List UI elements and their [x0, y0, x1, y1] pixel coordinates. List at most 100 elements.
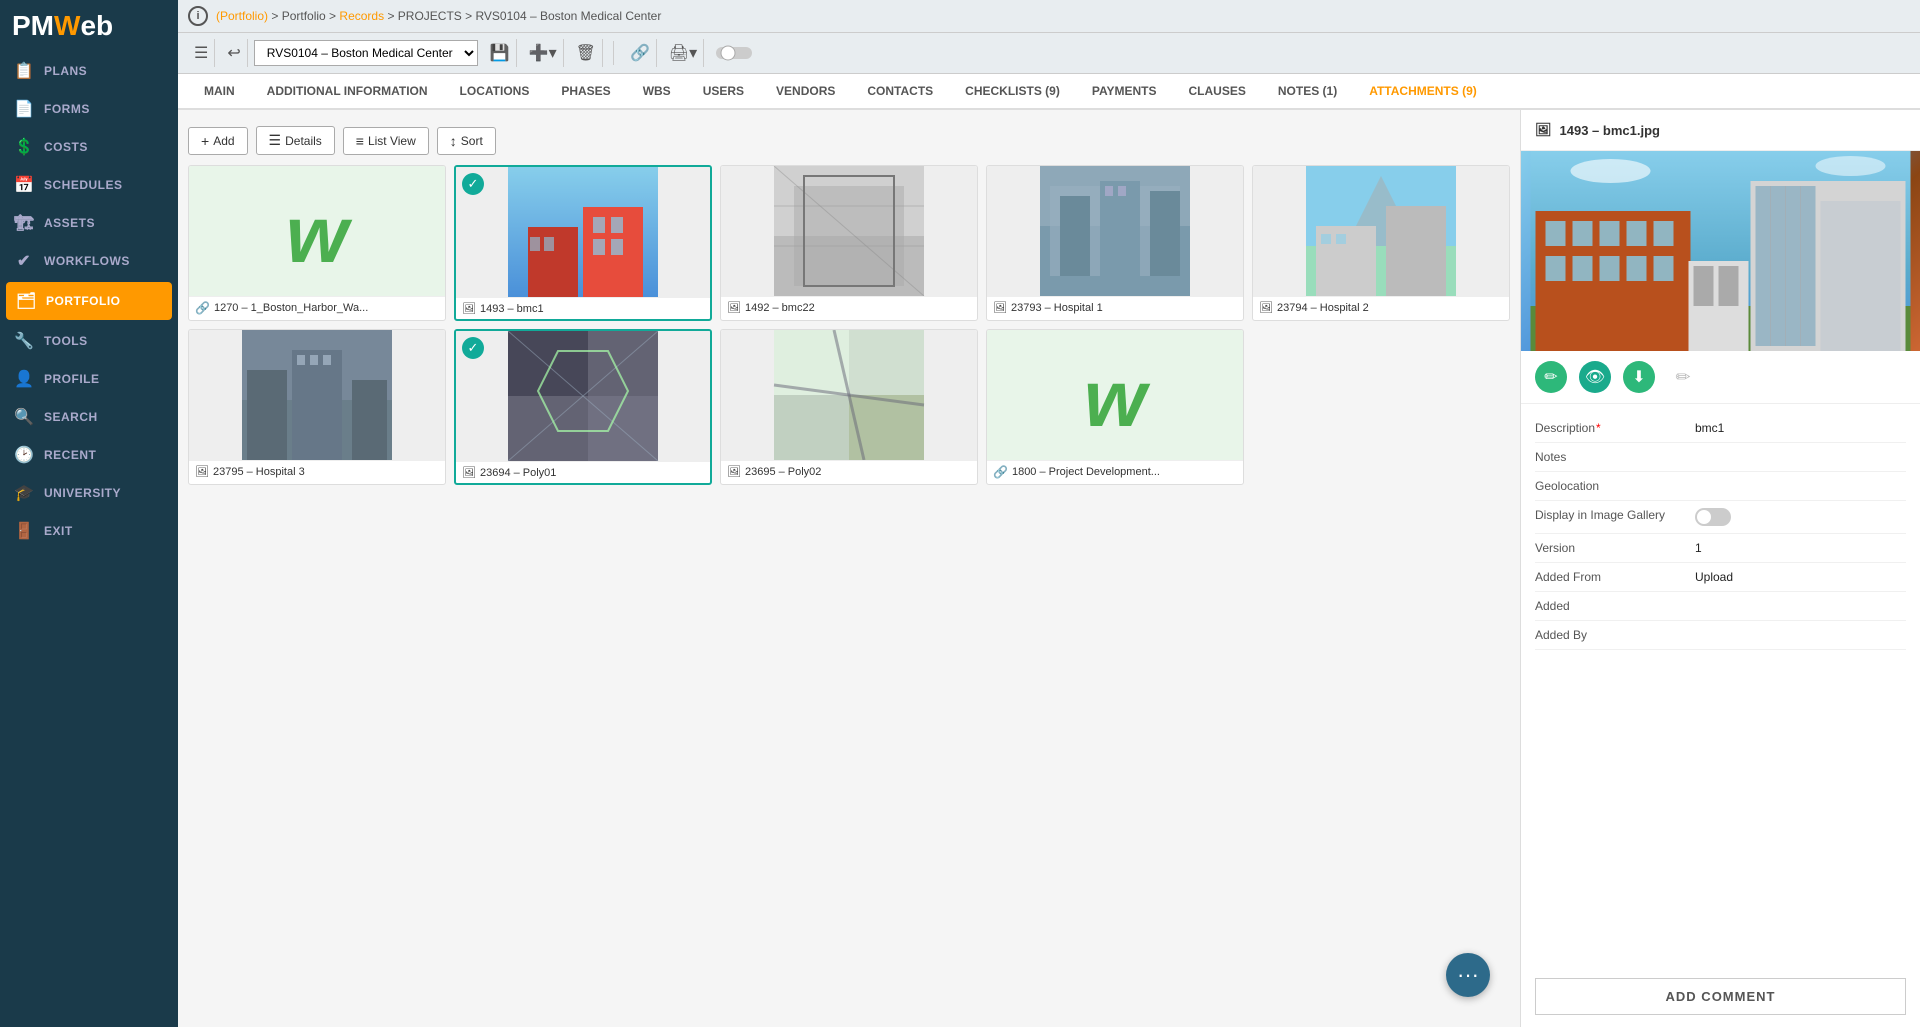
view-button[interactable]: 👁 [1579, 361, 1611, 393]
undo-button[interactable]: ↩ [221, 39, 247, 67]
tab-clauses[interactable]: CLAUSES [1173, 74, 1262, 110]
tab-main[interactable]: MAIN [188, 74, 251, 110]
thumbnail-item-1492[interactable]: 🖼 1492 – bmc22 [720, 165, 978, 321]
sidebar-item-label: PORTFOLIO [46, 294, 121, 308]
sidebar-item-label: SCHEDULES [44, 178, 123, 192]
tab-notes[interactable]: NOTES (1) [1262, 74, 1353, 110]
info-icon[interactable]: i [188, 6, 208, 26]
sidebar-item-profile[interactable]: 👤 PROFILE [0, 360, 178, 398]
thumbnail-item-1270[interactable]: w 🔗 1270 – 1_Boston_Harbor_Wa... [188, 165, 446, 321]
sidebar-item-forms[interactable]: 📄 FORMS [0, 90, 178, 128]
menu-button[interactable]: ☰ [188, 39, 215, 67]
added-from-label: Added From [1535, 570, 1695, 584]
thumb-label-1270: 🔗 1270 – 1_Boston_Harbor_Wa... [189, 296, 445, 319]
toolbar-separator1 [613, 41, 614, 65]
gallery-panel: + Add ☰ Details ≡ List View ↕ Sort [178, 110, 1520, 1027]
delete-button[interactable]: 🗑 [570, 39, 603, 67]
top-bar: i (Portfolio) > Portfolio > Records > PR… [178, 0, 1920, 33]
field-added-from: Added From Upload [1535, 563, 1906, 592]
tab-checklists[interactable]: CHECKLISTS (9) [949, 74, 1076, 110]
logo: PM W eb [0, 0, 178, 52]
tab-payments[interactable]: PAYMENTS [1076, 74, 1173, 110]
record-select[interactable]: RVS0104 – Boston Medical Center [254, 40, 478, 66]
image-icon-23795: 🖼 [195, 465, 209, 478]
sidebar-item-tools[interactable]: 🔧 TOOLS [0, 322, 178, 360]
thumbnail-item-23695[interactable]: 🖼 23695 – Poly02 [720, 329, 978, 485]
sidebar-item-portfolio[interactable]: 🗂 PORTFOLIO [6, 282, 172, 320]
sidebar-item-assets[interactable]: 🏗 ASSETS [0, 204, 178, 242]
edit-button[interactable]: ✏ [1535, 361, 1567, 393]
field-geolocation: Geolocation [1535, 472, 1906, 501]
list-icon: ≡ [356, 133, 364, 149]
fab-button[interactable]: ··· [1446, 953, 1490, 997]
detail-header: 🖼 1493 – bmc1.jpg [1521, 110, 1920, 151]
added-from-value: Upload [1695, 570, 1733, 584]
breadcrumb-separator1: > Portfolio > [271, 9, 339, 23]
list-view-label: List View [368, 134, 416, 148]
thumbnail-item-1493[interactable]: ✓ [454, 165, 712, 321]
recent-icon: 🕑 [14, 445, 34, 465]
thumb-label-23793: 🖼 23793 – Hospital 1 [987, 296, 1243, 318]
tab-users[interactable]: USERS [687, 74, 760, 110]
sidebar-item-label: TOOLS [44, 334, 88, 348]
field-added: Added [1535, 592, 1906, 621]
tab-wbs[interactable]: WBS [627, 74, 687, 110]
thumbnail-item-1800[interactable]: w 🔗 1800 – Project Development... [986, 329, 1244, 485]
sidebar-item-university[interactable]: 🎓 UNIVERSITY [0, 474, 178, 512]
thumbnail-item-23694[interactable]: ✓ 🖼 [454, 329, 712, 485]
thumb-label-1800: 🔗 1800 – Project Development... [987, 460, 1243, 483]
field-version: Version 1 [1535, 534, 1906, 563]
image-icon-23694: 🖼 [462, 466, 476, 479]
details-icon: ☰ [269, 132, 282, 149]
sidebar-item-plans[interactable]: 📋 PLANS [0, 52, 178, 90]
breadcrumb-portfolio[interactable]: (Portfolio) [216, 9, 268, 23]
sidebar-item-recent[interactable]: 🕑 RECENT [0, 436, 178, 474]
detail-filename: 1493 – bmc1.jpg [1560, 123, 1660, 138]
sort-button[interactable]: ↕ Sort [437, 127, 496, 155]
more-button[interactable]: ✏ [1667, 361, 1699, 393]
add-button[interactable]: ➕▾ [523, 39, 564, 67]
add-attachment-button[interactable]: + Add [188, 127, 248, 155]
add-comment-button[interactable]: ADD COMMENT [1535, 978, 1906, 1015]
description-value: bmc1 [1695, 421, 1724, 435]
description-label: Description [1535, 421, 1695, 435]
image-icon-23695: 🖼 [727, 465, 741, 478]
tab-vendors[interactable]: VENDORS [760, 74, 851, 110]
sidebar-item-schedules[interactable]: 📅 SCHEDULES [0, 166, 178, 204]
thumbnail-item-23793[interactable]: 🖼 23793 – Hospital 1 [986, 165, 1244, 321]
download-button[interactable]: ⬇ [1623, 361, 1655, 393]
thumbnail-item-23794[interactable]: 🖼 23794 – Hospital 2 [1252, 165, 1510, 321]
tab-additional-information[interactable]: ADDITIONAL INFORMATION [251, 74, 444, 110]
sidebar-item-workflows[interactable]: ✔ WORKFLOWS [0, 242, 178, 280]
details-label: Details [285, 134, 322, 148]
profile-icon: 👤 [14, 369, 34, 389]
link-button[interactable]: 🔗 [624, 39, 657, 67]
details-button[interactable]: ☰ Details [256, 126, 335, 155]
list-view-button[interactable]: ≡ List View [343, 127, 429, 155]
tab-attachments[interactable]: ATTACHMENTS (9) [1353, 74, 1493, 110]
print-button[interactable]: 🖨▾ [663, 39, 704, 67]
thumbnail-item-23795[interactable]: 🖼 23795 – Hospital 3 [188, 329, 446, 485]
added-label: Added [1535, 599, 1695, 613]
save-button[interactable]: 💾 [484, 39, 517, 67]
tab-phases[interactable]: PHASES [545, 74, 626, 110]
sidebar-item-search[interactable]: 🔍 SEARCH [0, 398, 178, 436]
field-description: Description bmc1 [1535, 414, 1906, 443]
sidebar-item-exit[interactable]: 🚪 EXIT [0, 512, 178, 550]
thumb-label-23694: 🖼 23694 – Poly01 [456, 461, 710, 483]
portfolio-icon: 🗂 [16, 291, 36, 311]
sidebar-item-costs[interactable]: 💲 COSTS [0, 128, 178, 166]
breadcrumb-records[interactable]: Records [339, 9, 384, 23]
display-gallery-toggle[interactable] [1695, 508, 1731, 526]
field-notes: Notes [1535, 443, 1906, 472]
version-value: 1 [1695, 541, 1702, 555]
notes-label: Notes [1535, 450, 1695, 464]
sidebar-item-label: ASSETS [44, 216, 95, 230]
add-icon: + [201, 133, 209, 149]
detail-fields: Description bmc1 Notes Geolocation Displ… [1521, 404, 1920, 966]
toggle-button[interactable] [710, 40, 758, 66]
tab-locations[interactable]: LOCATIONS [444, 74, 546, 110]
tab-contacts[interactable]: CONTACTS [851, 74, 949, 110]
plans-icon: 📋 [14, 61, 34, 81]
geolocation-label: Geolocation [1535, 479, 1695, 493]
